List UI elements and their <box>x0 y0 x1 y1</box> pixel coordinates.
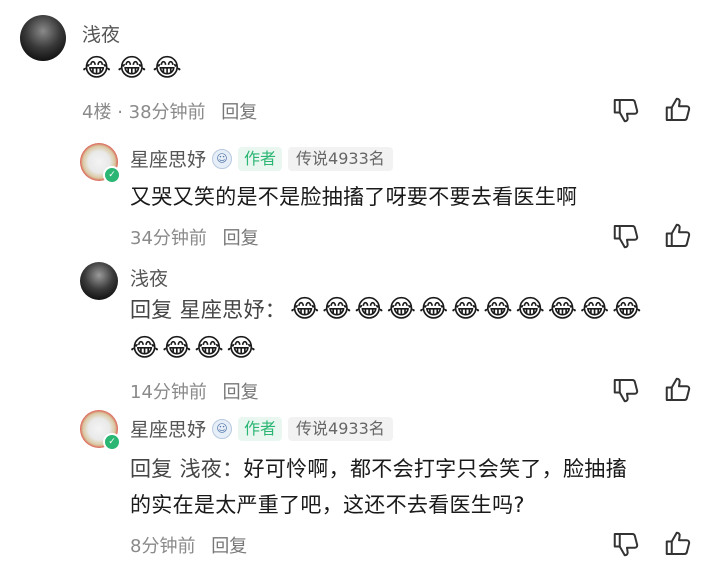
reply-button[interactable]: 回复 <box>223 228 259 249</box>
reply-author-name[interactable]: 星座思妤 <box>130 415 206 442</box>
laugh-cry-emoji: 😂 <box>152 53 182 82</box>
thumbs-up-icon[interactable] <box>663 375 693 405</box>
reply-text-line1: 回复 浅夜：好可怜啊，都不会打字只会笑了，脸抽搐 <box>130 453 627 483</box>
rank-tag[interactable]: 传说4933名 <box>288 146 393 171</box>
reply-button[interactable]: 回复 <box>211 536 247 557</box>
laugh-cry-emoji: 😂 <box>515 294 545 323</box>
laugh-cry-emoji: 😂 <box>117 53 147 82</box>
reply-author-name[interactable]: 星座思妤 <box>130 145 206 172</box>
laugh-cry-emoji: 😂 <box>418 294 449 323</box>
thumbs-up-icon[interactable] <box>663 221 693 251</box>
laugh-cry-emoji: 😂 <box>162 333 192 362</box>
comment-meta: 4楼 · 38分钟前 回复 <box>82 98 257 124</box>
commenter-avatar[interactable] <box>20 15 66 61</box>
reply-text: 好可怜啊，都不会打字只会笑了，脸抽搐 <box>243 457 627 481</box>
rank-tag[interactable]: 传说4933名 <box>288 416 393 441</box>
verified-badge-icon: ✓ <box>103 433 121 451</box>
comment-emoji-content: 😂 😂 😂 <box>82 53 182 83</box>
laugh-cry-emoji: 😂 <box>226 333 256 362</box>
comment-author-name[interactable]: 浅夜 <box>82 20 120 47</box>
reply-meta: 14分钟前 回复 <box>130 378 259 404</box>
laugh-cry-emoji: 😂 <box>612 294 642 323</box>
reply-header: 星座思妤 ☺ 作者 传说4933名 <box>130 145 393 172</box>
laugh-cry-emoji: 😂 <box>451 294 481 323</box>
meta-separator: · <box>117 102 123 123</box>
reply-content-line1: 回复 星座思妤： 😂 😂 😂 😂 😂 😂 😂 😂 😂 😂 😂 <box>130 294 641 324</box>
thumbs-up-icon[interactable] <box>663 95 693 125</box>
thumbs-up-icon[interactable] <box>663 529 693 559</box>
reply-meta: 8分钟前 回复 <box>130 532 247 558</box>
reply-meta: 34分钟前 回复 <box>130 224 259 250</box>
thumbs-down-icon[interactable] <box>611 95 641 125</box>
reply-button[interactable]: 回复 <box>223 382 259 403</box>
reply-button[interactable]: 回复 <box>221 102 257 123</box>
laugh-cry-emoji: 😂 <box>82 53 112 82</box>
reply-content-line2: 😂 😂 😂 😂 <box>130 333 256 363</box>
reply-emoji-content: 😂 😂 😂 😂 😂 😂 😂 😂 😂 😂 😂 <box>290 294 641 324</box>
reply-header: 星座思妤 ☺ 作者 传说4933名 <box>130 415 393 442</box>
rank-medal-icon: ☺ <box>212 148 233 169</box>
reply-author-avatar[interactable] <box>80 262 118 300</box>
verified-badge-icon: ✓ <box>103 166 121 184</box>
laugh-cry-emoji: 😂 <box>130 333 160 362</box>
reply-time: 34分钟前 <box>130 228 207 249</box>
laugh-cry-emoji: 😂 <box>194 333 224 362</box>
author-tag: 作者 <box>238 416 283 441</box>
thumbs-down-icon[interactable] <box>611 375 641 405</box>
author-tag: 作者 <box>238 146 283 171</box>
laugh-cry-emoji: 😂 <box>547 294 578 323</box>
reply-text-line2: 的实在是太严重了吧，这还不去看医生吗? <box>130 493 525 517</box>
reply-time: 14分钟前 <box>130 382 207 403</box>
reply-time: 8分钟前 <box>130 536 196 557</box>
floor-number: 4楼 <box>82 102 112 123</box>
laugh-cry-emoji: 😂 <box>386 294 416 323</box>
laugh-cry-emoji: 😂 <box>322 294 352 323</box>
thumbs-down-icon[interactable] <box>611 529 641 559</box>
laugh-cry-emoji: 😂 <box>354 294 384 323</box>
reply-to-prefix[interactable]: 回复 星座思妤： <box>130 294 286 324</box>
reply-text: 又哭又笑的是不是脸抽搐了呀要不要去看医生啊 <box>130 185 578 209</box>
laugh-cry-emoji: 😂 <box>483 294 513 323</box>
comment-time: 38分钟前 <box>128 102 206 123</box>
reply-to-prefix[interactable]: 回复 浅夜： <box>130 457 243 481</box>
rank-medal-icon: ☺ <box>212 418 233 439</box>
thumbs-down-icon[interactable] <box>611 221 641 251</box>
laugh-cry-emoji: 😂 <box>580 294 610 323</box>
reply-author-name[interactable]: 浅夜 <box>130 264 168 291</box>
laugh-cry-emoji: 😂 <box>290 294 320 323</box>
